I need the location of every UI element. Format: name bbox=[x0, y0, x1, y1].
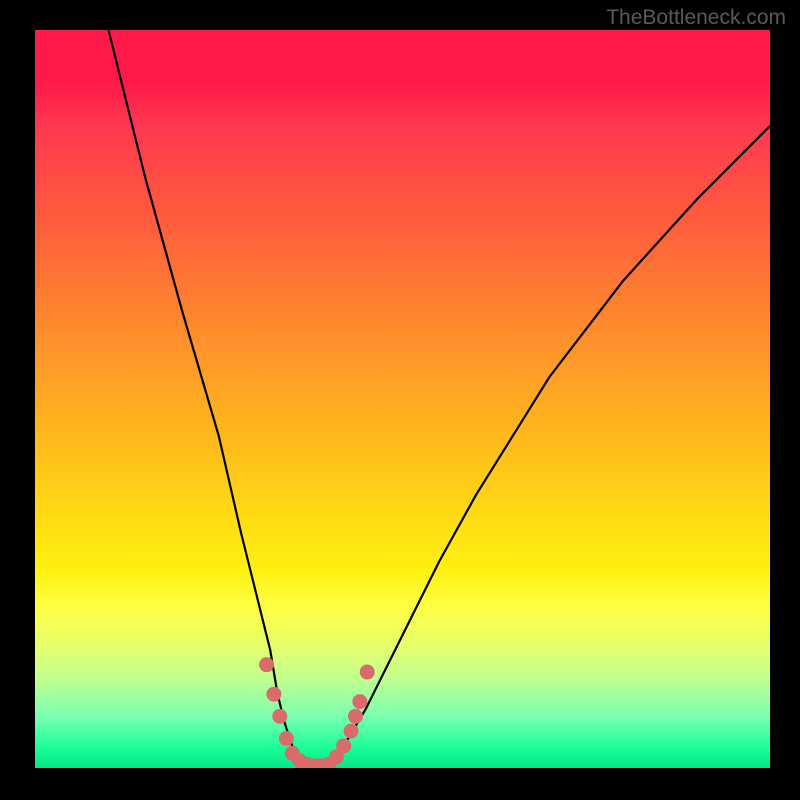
minimum-marker-dot bbox=[344, 724, 359, 739]
minimum-marker-dot bbox=[360, 665, 375, 680]
watermark-text: TheBottleneck.com bbox=[606, 6, 786, 30]
minimum-marker-dot bbox=[266, 687, 281, 702]
minimum-marker-dot bbox=[272, 709, 287, 724]
minimum-marker-dot bbox=[352, 694, 367, 709]
minimum-marker-dot bbox=[348, 709, 363, 724]
chart-plot-area bbox=[35, 30, 770, 768]
minimum-marker-group bbox=[259, 657, 375, 768]
minimum-marker-dot bbox=[259, 657, 274, 672]
chart-curve-layer bbox=[35, 30, 770, 768]
minimum-marker-dot bbox=[279, 731, 294, 746]
minimum-marker-dot bbox=[336, 738, 351, 753]
bottleneck-curve bbox=[109, 30, 771, 768]
